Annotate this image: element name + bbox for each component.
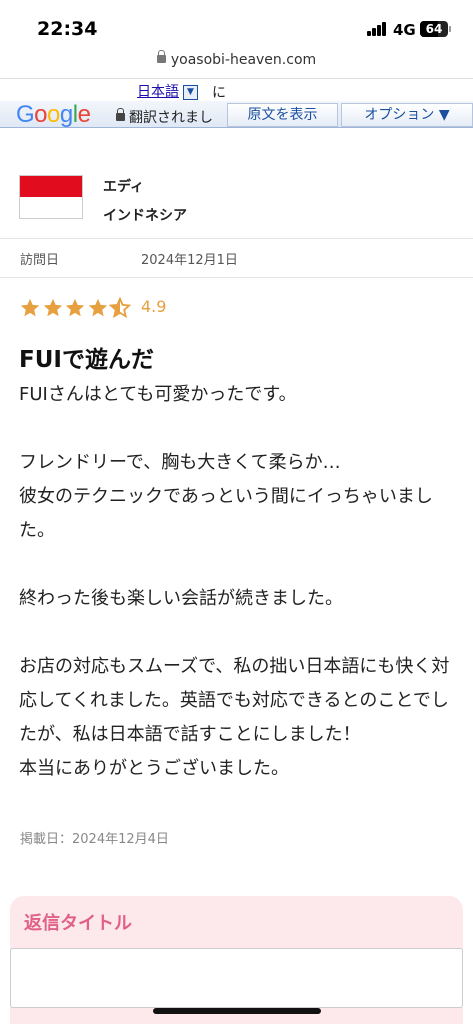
- dropdown-arrow-icon[interactable]: ▼: [183, 84, 198, 100]
- google-logo: Google: [16, 101, 91, 128]
- reply-title: 返信タイトル: [24, 913, 132, 934]
- battery-tip: [449, 26, 451, 32]
- translated-status: 翻訳されまし: [116, 107, 213, 127]
- reply-box: 返信タイトル: [10, 896, 463, 1024]
- review-line: [19, 412, 459, 446]
- review-line: [19, 548, 459, 582]
- review-line: 終わった後も楽しい会話が続きました。: [19, 588, 343, 609]
- review-line: 本当にありがとうございました。: [19, 758, 289, 779]
- show-original-button[interactable]: 原文を表示: [227, 103, 338, 127]
- language-select[interactable]: 日本語 ▼: [137, 81, 198, 101]
- visit-label: 訪問日: [20, 253, 60, 268]
- rating-value: 4.9: [141, 297, 167, 316]
- divider: [0, 238, 473, 239]
- language-label: 日本語: [137, 84, 179, 100]
- star-full-icon: [19, 297, 41, 319]
- lock-icon: [156, 50, 166, 63]
- reviewer-header: エディ インドネシア: [0, 150, 473, 238]
- translated-status-text: 翻訳されまし: [129, 110, 213, 126]
- star-half-icon: [109, 297, 131, 319]
- status-bar: 22:34 4G 64: [0, 0, 473, 48]
- review-line: フレンドリーで、胸も大きくて柔らか…: [19, 452, 341, 473]
- translate-bar: Google 日本語 ▼ に 翻訳されまし 原文を表示 オプション ▼: [0, 78, 473, 128]
- signal-icon: [367, 22, 387, 36]
- review-line: 彼女のテクニックであっという間にイっちゃいました。: [19, 486, 433, 541]
- url-bar[interactable]: yoasobi-heaven.com: [0, 48, 473, 76]
- rating-stars: [19, 297, 132, 321]
- review-title: FUIで遊んだ: [19, 347, 154, 373]
- options-button[interactable]: オプション ▼: [341, 103, 473, 127]
- review-line: [19, 616, 459, 650]
- lock-icon: [116, 108, 125, 121]
- home-indicator: [153, 1008, 321, 1014]
- posted-date: 掲載日：2024年12月4日: [20, 832, 169, 847]
- reply-input[interactable]: [10, 948, 463, 1008]
- status-time: 22:34: [37, 18, 98, 40]
- reviewer-name: エディ: [103, 179, 145, 195]
- star-full-icon: [87, 297, 109, 319]
- indonesia-flag-icon: [19, 175, 83, 219]
- network-type: 4G: [393, 21, 416, 39]
- review-line: FUIさんはとても可愛かったです。: [19, 384, 297, 405]
- reviewer-country: インドネシア: [103, 208, 187, 224]
- review-body: FUIさんはとても可愛かったです。フレンドリーで、胸も大きくて柔らか… 彼女のテク…: [19, 378, 459, 786]
- battery-level: 64: [425, 22, 443, 36]
- review-line: お店の対応もスムーズで、私の拙い日本語にも快く対応してくれました。英語でも対応で…: [19, 656, 450, 745]
- visit-date: 2024年12月1日: [141, 253, 238, 268]
- url-text: yoasobi-heaven.com: [170, 52, 317, 68]
- divider: [0, 277, 473, 278]
- star-full-icon: [42, 297, 64, 319]
- battery-icon: 64: [420, 21, 448, 37]
- star-full-icon: [64, 297, 86, 319]
- translate-to-text: に: [212, 85, 226, 101]
